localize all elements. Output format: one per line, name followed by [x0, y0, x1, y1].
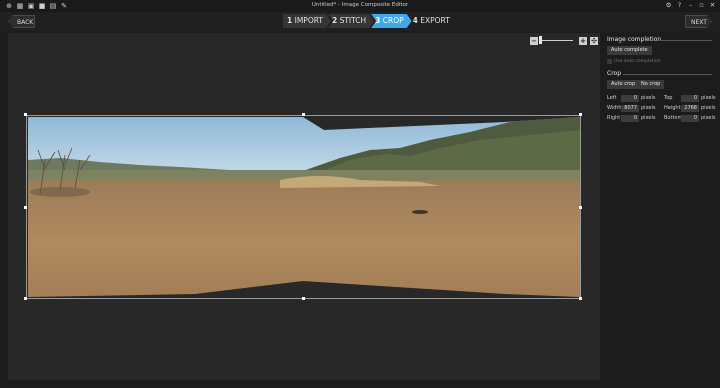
crop-handle-top-left[interactable]: [24, 113, 27, 116]
crop-settings-panel: Image completion Auto complete Use auto …: [603, 33, 720, 388]
section-divider: [657, 40, 712, 41]
height-unit: pixels: [701, 105, 716, 111]
zoom-slider-thumb[interactable]: [539, 36, 542, 44]
right-field[interactable]: 0: [621, 115, 639, 122]
image-completion-title: Image completion: [607, 36, 662, 43]
bottom-field[interactable]: 0: [681, 115, 699, 122]
width-unit: pixels: [641, 105, 656, 111]
use-auto-completion-checkbox[interactable]: [607, 59, 612, 64]
bottom-unit: pixels: [701, 115, 716, 121]
left-field[interactable]: 0: [621, 95, 639, 102]
crop-rectangle[interactable]: [26, 115, 581, 299]
crop-handle-bottom-right[interactable]: [579, 297, 582, 300]
crop-handle-middle-right[interactable]: [579, 206, 582, 209]
width-field[interactable]: 8077: [621, 105, 639, 112]
crop-handle-top-middle[interactable]: [302, 113, 305, 116]
crop-handle-bottom-left[interactable]: [24, 297, 27, 300]
use-auto-completion-label: Use auto completion: [614, 59, 661, 64]
no-crop-button[interactable]: No crop: [637, 80, 665, 89]
left-label: Left: [607, 95, 617, 101]
height-field[interactable]: 2768: [681, 105, 699, 112]
right-unit: pixels: [641, 115, 656, 121]
crop-handle-bottom-middle[interactable]: [302, 297, 305, 300]
left-unit: pixels: [641, 95, 656, 101]
section-divider: [623, 74, 712, 75]
top-field[interactable]: 0: [681, 95, 699, 102]
zoom-controls: − + ✣: [530, 36, 600, 46]
auto-crop-button[interactable]: Auto crop: [607, 80, 640, 89]
zoom-in-button[interactable]: +: [579, 37, 587, 45]
top-unit: pixels: [701, 95, 716, 101]
height-label: Height: [664, 105, 681, 111]
crop-handle-top-right[interactable]: [579, 113, 582, 116]
zoom-out-button[interactable]: −: [530, 37, 538, 45]
right-label: Right: [607, 115, 621, 121]
bottom-label: Bottom: [664, 115, 683, 121]
crop-section-title: Crop: [607, 70, 622, 77]
zoom-slider-track[interactable]: [541, 40, 573, 41]
auto-complete-button[interactable]: Auto complete: [607, 46, 652, 55]
width-label: Width: [607, 105, 622, 111]
zoom-fit-button[interactable]: ✣: [590, 37, 598, 45]
top-label: Top: [664, 95, 673, 101]
crop-handle-middle-left[interactable]: [24, 206, 27, 209]
